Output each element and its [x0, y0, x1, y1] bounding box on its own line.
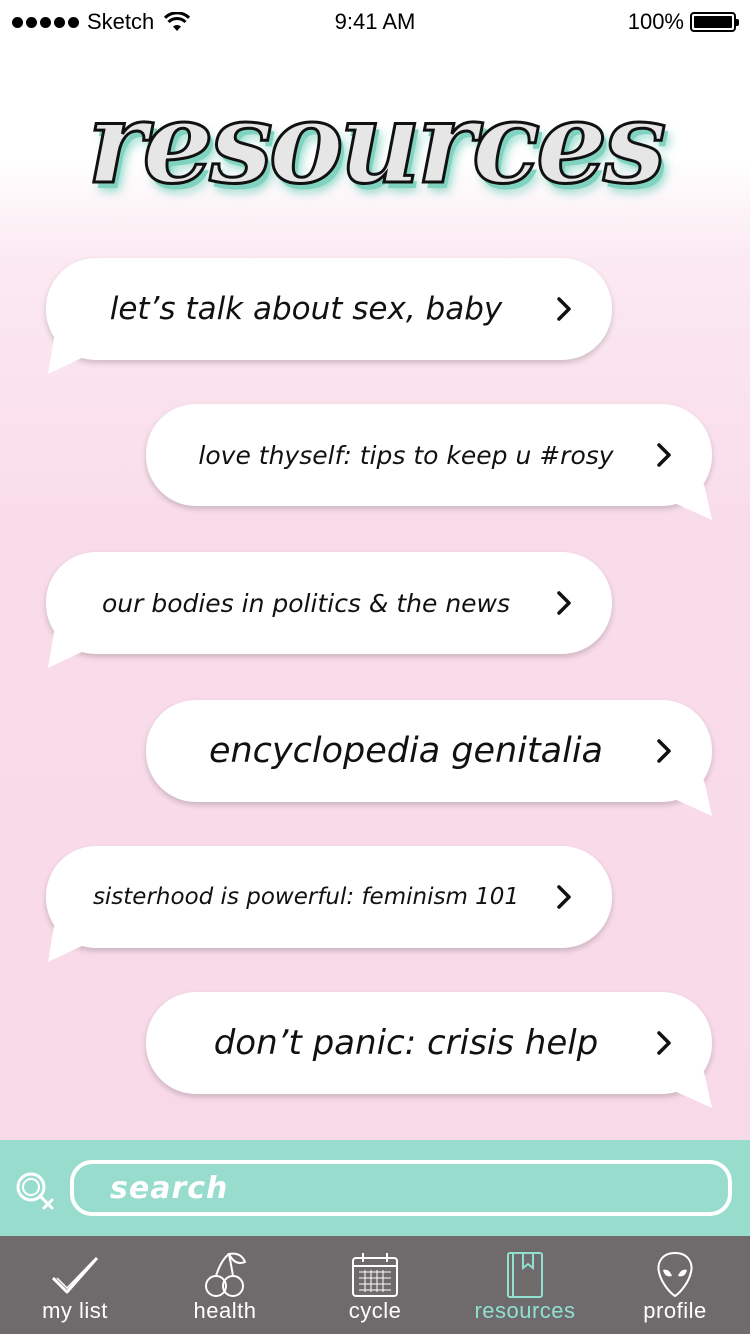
resource-item-crisis-help[interactable]: don’t panic: crisis help — [146, 992, 712, 1108]
battery-icon — [690, 12, 739, 32]
resource-item-label: let’s talk about sex, baby — [109, 291, 503, 327]
bubble-tail — [48, 926, 86, 962]
chevron-right-icon — [657, 443, 671, 467]
chevron-right-icon — [557, 591, 571, 615]
book-icon — [507, 1252, 543, 1298]
tab-resources[interactable]: resources — [450, 1236, 600, 1334]
alien-icon — [657, 1251, 693, 1298]
resource-item-label: encyclopedia genitalia — [208, 731, 604, 771]
search-input[interactable] — [70, 1160, 732, 1216]
chevron-right-icon — [657, 1031, 671, 1055]
bubble-tail — [672, 780, 712, 816]
tab-label: profile — [643, 1298, 707, 1323]
bubble-tail — [672, 1072, 712, 1108]
resource-item-label: sisterhood is powerful: feminism 101 — [92, 884, 520, 910]
search-bar — [0, 1140, 750, 1236]
bubble-tail — [48, 632, 86, 668]
tab-health[interactable]: health — [150, 1236, 300, 1334]
chevron-right-icon — [557, 297, 571, 321]
page-title: resources — [86, 77, 668, 211]
status-right: 100% — [627, 9, 739, 35]
tab-label: health — [193, 1298, 257, 1323]
search-icon[interactable] — [14, 1170, 56, 1212]
status-bar: Sketch 9:41 AM 100% — [0, 0, 750, 44]
chevron-right-icon — [657, 739, 671, 763]
resource-item-sex[interactable]: let’s talk about sex, baby — [46, 258, 612, 374]
tab-cycle[interactable]: cycle — [300, 1236, 450, 1334]
resource-item-love-thyself[interactable]: love thyself: tips to keep u #rosy — [146, 404, 712, 520]
checkmark-icon — [51, 1257, 99, 1294]
tab-label: resources — [474, 1298, 576, 1323]
resource-item-label: love thyself: tips to keep u #rosy — [198, 440, 614, 470]
chevron-right-icon — [557, 885, 571, 909]
tab-label: my list — [42, 1298, 108, 1323]
resource-item-label: don’t panic: crisis help — [213, 1023, 599, 1063]
tab-bar: my list health cycle resources profile — [0, 1236, 750, 1334]
resource-item-encyclopedia[interactable]: encyclopedia genitalia — [146, 700, 712, 816]
tab-profile[interactable]: profile — [600, 1236, 750, 1334]
cherries-icon — [205, 1252, 247, 1297]
tab-my-list[interactable]: my list — [0, 1236, 150, 1334]
battery-percent: 100% — [627, 9, 684, 34]
calendar-icon — [352, 1253, 398, 1297]
resource-item-feminism[interactable]: sisterhood is powerful: feminism 101 — [46, 846, 612, 962]
resource-item-label: our bodies in politics & the news — [101, 588, 511, 618]
bubble-tail — [48, 338, 86, 374]
bubble-tail — [672, 484, 712, 520]
tab-label: cycle — [348, 1298, 402, 1323]
resource-item-politics[interactable]: our bodies in politics & the news — [46, 552, 612, 668]
